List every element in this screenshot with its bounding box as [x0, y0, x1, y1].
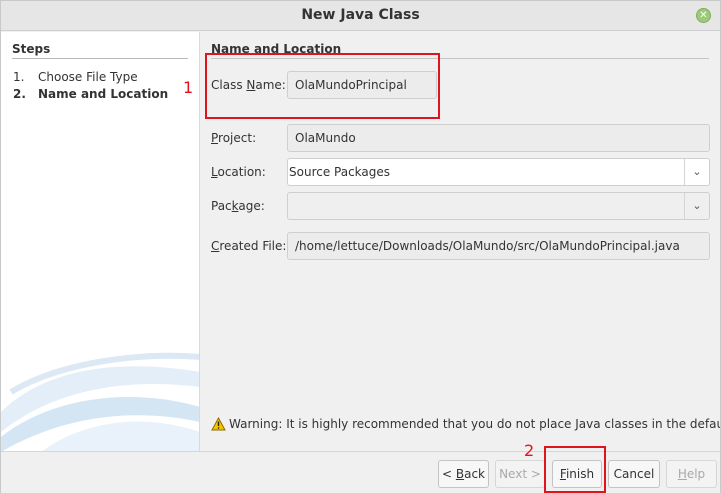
highlight-box-class-name: [205, 53, 440, 119]
annotation-number-one: 1: [183, 78, 194, 97]
step-number: 2.: [13, 87, 26, 101]
new-java-class-dialog: New Java Class ✕ Steps 1. Choose File Typ…: [0, 0, 721, 493]
label-text: reated File:: [219, 239, 287, 253]
label-text: ocation:: [217, 165, 266, 179]
button-text: ack: [464, 467, 485, 481]
location-label: Location:: [211, 165, 266, 179]
cancel-button[interactable]: Cancel: [608, 460, 660, 488]
package-select[interactable]: ⌄: [287, 192, 710, 220]
dialog-title: New Java Class: [301, 7, 420, 23]
mnemonic: P: [211, 131, 219, 145]
package-label: Package:: [211, 199, 265, 213]
project-label: Project:: [211, 131, 256, 145]
step-label: Name and Location: [38, 87, 169, 101]
chevron-down-icon[interactable]: ⌄: [684, 159, 709, 185]
warning-message: Warning: It is highly recommended that y…: [211, 417, 720, 431]
created-file-field: /home/lettuce/Downloads/OlaMundo/src/Ola…: [287, 232, 710, 260]
mnemonic: B: [455, 467, 465, 481]
button-bar: < Back Next > Finish Cancel Help: [1, 451, 720, 493]
step-name-and-location: 2. Name and Location: [13, 87, 168, 101]
step-choose-file-type: 1. Choose File Type: [13, 70, 138, 84]
warning-text: Warning: It is highly recommended that y…: [229, 417, 720, 431]
back-button[interactable]: < Back: [438, 460, 489, 488]
annotation-number-two: 2: [524, 441, 535, 460]
steps-title: Steps: [12, 42, 51, 56]
steps-divider: [12, 58, 188, 59]
next-button[interactable]: Next >: [495, 460, 545, 488]
help-button[interactable]: Help: [666, 460, 717, 488]
warning-icon: [211, 417, 226, 431]
created-file-label: Created File:: [211, 239, 286, 253]
label-text: age:: [238, 199, 265, 213]
button-text: <: [441, 467, 456, 481]
title-bar: New Java Class ✕: [1, 1, 720, 31]
decorative-swoosh-image: [1, 352, 199, 451]
location-select[interactable]: Source Packages ⌄: [287, 158, 710, 186]
chevron-down-icon[interactable]: ⌄: [684, 193, 709, 219]
label-text: roject:: [218, 131, 257, 145]
step-label: Choose File Type: [38, 70, 138, 84]
project-field: OlaMundo: [287, 124, 710, 152]
steps-panel: Steps 1. Choose File Type 2. Name and Loca…: [1, 32, 200, 451]
location-value: Source Packages: [289, 165, 391, 179]
close-icon[interactable]: ✕: [696, 8, 711, 23]
label-text: Pac: [211, 199, 232, 213]
button-text: elp: [686, 467, 706, 481]
mnemonic: H: [677, 467, 687, 481]
highlight-box-finish: [544, 446, 606, 493]
step-number: 1.: [13, 70, 25, 84]
